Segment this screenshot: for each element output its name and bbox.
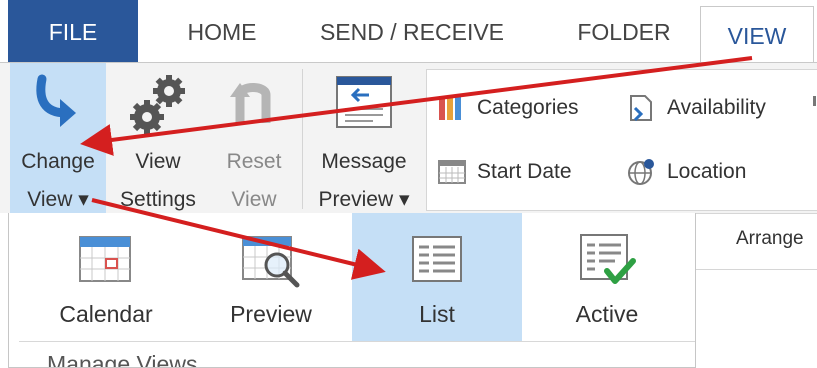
- categories-icon: [439, 96, 461, 120]
- view-settings-label-1: View: [135, 150, 181, 173]
- arrangement-group-label: Arrange: [694, 213, 817, 270]
- view-settings-button[interactable]: View Settings: [108, 63, 208, 213]
- list-option-label: List: [419, 301, 455, 327]
- tab-view[interactable]: VIEW: [700, 6, 814, 65]
- message-preview-label-1: Message: [321, 150, 407, 173]
- manage-views-section-label: Manage Views: [47, 351, 198, 367]
- preview-view-icon: [242, 236, 300, 288]
- view-option-list[interactable]: List: [352, 213, 522, 341]
- reset-view-button[interactable]: Reset View: [210, 63, 298, 213]
- message-preview-icon: [336, 76, 392, 128]
- active-option-label: Active: [575, 301, 639, 327]
- change-view-dropdown: Calendar Preview List Active Manage View…: [8, 213, 696, 368]
- ribbon-view-panel: Change View ▾ View Settings Reset View M…: [0, 63, 817, 213]
- reset-view-icon: [230, 83, 271, 123]
- calendar-view-icon: [79, 236, 131, 282]
- dropdown-separator: [19, 341, 695, 342]
- ribbon-tab-strip: FILE HOME SEND / RECEIVE FOLDER VIEW: [0, 0, 817, 65]
- tab-folder[interactable]: FOLDER: [556, 0, 692, 62]
- arrangement-gallery: Categories Availability Start Date Locat…: [426, 69, 817, 211]
- availability-label: Availability: [667, 96, 766, 119]
- location-label: Location: [667, 160, 747, 183]
- gallery-scroll-icon[interactable]: [813, 96, 816, 106]
- tab-send-receive[interactable]: SEND / RECEIVE: [300, 0, 524, 62]
- availability-icon: [630, 95, 652, 122]
- active-view-icon: [580, 234, 636, 284]
- preview-option-label: Preview: [230, 301, 312, 327]
- calendar-small-icon: [438, 160, 466, 184]
- view-option-preview[interactable]: Preview: [191, 213, 351, 341]
- view-option-calendar[interactable]: Calendar: [21, 213, 191, 341]
- arrange-label: Arrange: [736, 228, 804, 249]
- gears-icon: [130, 75, 185, 134]
- globe-pin-icon: [628, 159, 654, 185]
- ribbon-separator: [302, 69, 303, 209]
- list-view-icon: [412, 236, 462, 282]
- message-preview-button[interactable]: Message Preview ▾: [306, 63, 422, 213]
- calendar-option-label: Calendar: [59, 301, 153, 327]
- tab-home[interactable]: HOME: [158, 0, 286, 62]
- categories-label: Categories: [477, 96, 579, 119]
- tab-file[interactable]: FILE: [8, 0, 138, 62]
- change-view-button[interactable]: Change View ▾: [10, 63, 106, 213]
- reset-view-label-1: Reset: [226, 150, 282, 173]
- change-view-label-1: Change: [21, 150, 95, 173]
- view-option-active[interactable]: Active: [522, 213, 692, 341]
- start-date-label: Start Date: [477, 160, 572, 183]
- change-view-icon: [36, 74, 76, 127]
